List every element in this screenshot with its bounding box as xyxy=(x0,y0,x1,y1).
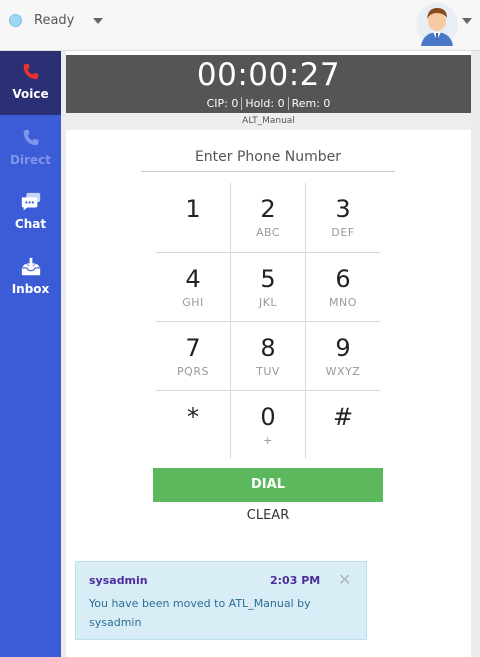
status-dropdown-icon[interactable] xyxy=(93,18,103,24)
key-letters: + xyxy=(263,434,273,447)
key-digit: 6 xyxy=(335,265,351,293)
key-8[interactable]: 8 TUV xyxy=(231,322,305,391)
cip-counter: CIP: 0 xyxy=(206,97,239,110)
user-menu-dropdown-icon[interactable] xyxy=(462,18,472,24)
key-letters: GHI xyxy=(182,296,204,309)
key-star[interactable]: * xyxy=(156,391,230,460)
notification-toast: sysadmin 2:03 PM ✕ You have been moved t… xyxy=(75,561,367,640)
sidebar-item-label: Direct xyxy=(10,153,51,167)
inbox-icon xyxy=(21,257,40,276)
top-bar: Ready xyxy=(0,0,480,51)
sidebar-item-chat[interactable]: Chat xyxy=(0,181,61,245)
key-letters: MNO xyxy=(329,296,357,309)
key-letters: JKL xyxy=(258,296,278,309)
key-4[interactable]: 4 GHI xyxy=(156,253,230,322)
key-digit: 3 xyxy=(335,195,351,223)
key-9[interactable]: 9 WXYZ xyxy=(306,322,380,391)
call-timer: 00:00:27 xyxy=(196,57,341,93)
status-label[interactable]: Ready xyxy=(34,13,74,28)
key-letters: WXYZ xyxy=(325,365,361,378)
hold-counter: Hold: 0 xyxy=(241,97,288,110)
key-1[interactable]: 1 xyxy=(156,183,230,252)
key-letters: TUV xyxy=(256,365,280,378)
key-digit: 2 xyxy=(260,195,276,223)
key-digit: 0 xyxy=(260,403,276,431)
sidebar: Voice Direct Chat Inbox xyxy=(0,51,61,657)
chat-icon xyxy=(21,192,40,211)
sidebar-item-label: Chat xyxy=(14,217,47,231)
key-digit: 4 xyxy=(185,265,201,293)
user-avatar-icon[interactable] xyxy=(416,2,458,46)
notification-time: 2:03 PM xyxy=(270,574,321,587)
status-indicator[interactable] xyxy=(9,14,22,27)
key-letters: DEF xyxy=(331,226,355,239)
key-digit: 8 xyxy=(260,334,276,362)
key-letters: PQRS xyxy=(177,365,209,378)
key-digit: 5 xyxy=(260,265,276,293)
key-6[interactable]: 6 MNO xyxy=(306,253,380,322)
key-digit: * xyxy=(187,403,199,431)
rem-counter: Rem: 0 xyxy=(287,97,334,110)
key-3[interactable]: 3 DEF xyxy=(306,183,380,252)
sidebar-item-direct: Direct xyxy=(0,117,61,181)
phone-icon xyxy=(23,63,38,80)
notification-sender: sysadmin xyxy=(89,574,148,587)
queue-name: ALT_Manual xyxy=(66,113,471,130)
notification-message: You have been moved to ATL_Manual by sys… xyxy=(89,597,311,629)
key-digit: 1 xyxy=(185,195,201,223)
key-digit: 7 xyxy=(185,334,201,362)
key-digit: # xyxy=(332,403,354,431)
key-0[interactable]: 0 + xyxy=(231,391,305,460)
key-2[interactable]: 2 ABC xyxy=(231,183,305,252)
dial-button[interactable]: DIAL xyxy=(153,468,383,502)
key-7[interactable]: 7 PQRS xyxy=(156,322,230,391)
close-icon[interactable]: ✕ xyxy=(338,570,351,589)
key-5[interactable]: 5 JKL xyxy=(231,253,305,322)
sidebar-item-label: Inbox xyxy=(11,282,50,296)
call-timer-panel: 00:00:27 CIP: 0 Hold: 0 Rem: 0 xyxy=(66,55,471,113)
sidebar-item-voice[interactable]: Voice xyxy=(0,51,61,115)
phone-number-input[interactable] xyxy=(141,143,395,172)
voice-panel: 00:00:27 CIP: 0 Hold: 0 Rem: 0 ALT_Manual … xyxy=(66,51,471,657)
key-letters: ABC xyxy=(255,226,281,239)
key-digit: 9 xyxy=(335,334,351,362)
call-counters: CIP: 0 Hold: 0 Rem: 0 xyxy=(66,97,471,110)
key-hash[interactable]: # xyxy=(306,391,380,460)
phone-icon xyxy=(23,129,38,146)
clear-button[interactable]: CLEAR xyxy=(153,505,383,527)
sidebar-item-inbox[interactable]: Inbox xyxy=(0,246,61,310)
sidebar-item-label: Voice xyxy=(12,87,49,101)
